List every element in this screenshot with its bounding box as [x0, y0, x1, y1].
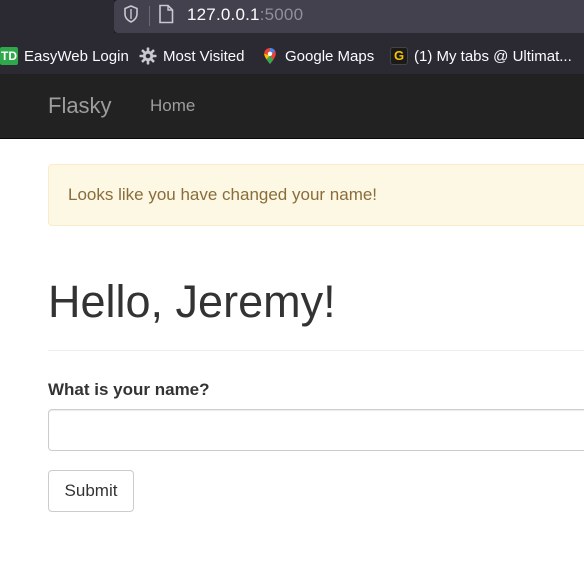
- submit-button[interactable]: Submit: [48, 470, 134, 512]
- navbar: Flasky Home: [0, 74, 584, 139]
- address-bar[interactable]: [114, 0, 584, 33]
- name-input[interactable]: [48, 409, 584, 451]
- bookmark-label: EasyWeb Login: [24, 47, 129, 65]
- map-pin-icon: [264, 48, 276, 64]
- page-title: Hello, Jeremy!: [48, 276, 336, 327]
- shield-icon[interactable]: [123, 5, 139, 23]
- address-bar-row: 127.0.0.1:5000: [0, 0, 584, 33]
- bookmark-ultimate-guitar[interactable]: G (1) My tabs @ Ultimat...: [390, 40, 572, 72]
- url-port: :5000: [259, 5, 304, 24]
- alert-warning: Looks like you have changed your name!: [48, 164, 584, 226]
- nav-home-link[interactable]: Home: [150, 96, 195, 116]
- bookmark-easyweb-login[interactable]: TD EasyWeb Login: [0, 40, 129, 72]
- page-icon[interactable]: [158, 4, 174, 24]
- alert-message: Looks like you have changed your name!: [68, 185, 378, 204]
- ultimate-guitar-icon: G: [390, 47, 408, 65]
- toolbar-left: [0, 0, 114, 33]
- gear-icon: [139, 47, 157, 65]
- bookmark-google-maps[interactable]: Google Maps: [261, 40, 374, 72]
- bookmarks-toolbar: TD EasyWeb Login Most Visited Google Map…: [0, 40, 584, 72]
- browser-chrome: 127.0.0.1:5000 TD EasyWeb Login Most Vis…: [0, 0, 584, 74]
- url-host: 127.0.0.1: [187, 5, 260, 24]
- bookmark-label: (1) My tabs @ Ultimat...: [414, 47, 572, 65]
- bookmark-most-visited[interactable]: Most Visited: [139, 40, 244, 72]
- name-label: What is your name?: [48, 380, 210, 399]
- bookmark-label: Google Maps: [285, 47, 375, 65]
- url-text[interactable]: 127.0.0.1:5000: [187, 5, 303, 25]
- address-bar-divider: [149, 6, 150, 26]
- td-bank-icon: TD: [0, 47, 18, 65]
- bookmark-label: Most Visited: [163, 47, 245, 65]
- brand-link[interactable]: Flasky: [48, 93, 112, 119]
- header-divider: [48, 350, 584, 351]
